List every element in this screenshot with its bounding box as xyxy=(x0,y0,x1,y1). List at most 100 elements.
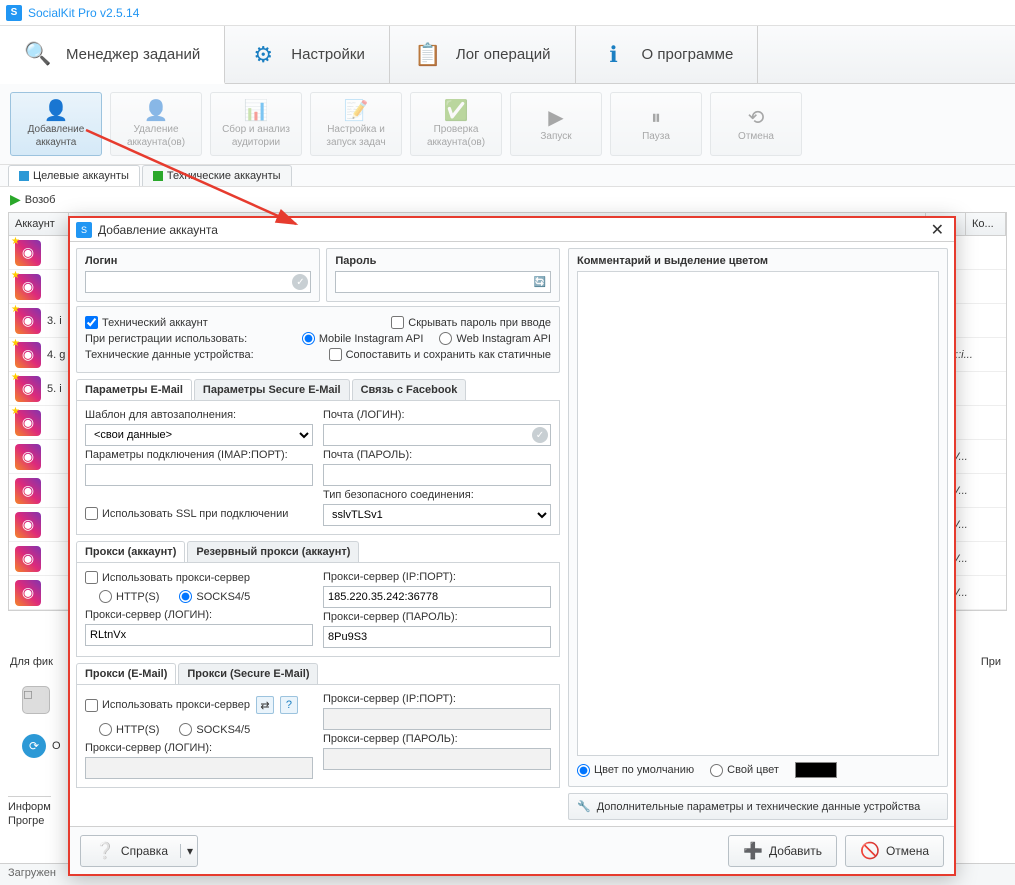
use-proxy-email-checkbox[interactable]: Использовать прокси-сервер xyxy=(85,699,250,712)
instagram-icon: ◉ xyxy=(15,444,41,470)
grid-header-comment[interactable]: Ко... xyxy=(966,213,1006,235)
https-radio[interactable]: HTTP(S) xyxy=(99,590,159,603)
tab-about[interactable]: ℹ О программе xyxy=(576,26,759,83)
tab-email-params[interactable]: Параметры E-Mail xyxy=(76,379,192,400)
help-button[interactable]: ❔ Справка ▾ xyxy=(80,835,198,867)
square-icon xyxy=(19,171,29,181)
proxy-login-input[interactable] xyxy=(85,624,313,646)
bottom-labels: Информ Прогре xyxy=(8,794,51,829)
help-icon: ❔ xyxy=(95,841,115,861)
remove-account-button[interactable]: 👤Удалениеаккаунта(ов) xyxy=(110,92,202,156)
subtab-tech[interactable]: Технические аккаунты xyxy=(142,165,292,186)
account-label: 3. i xyxy=(47,315,62,327)
color-swatch[interactable] xyxy=(795,762,837,778)
pause-button[interactable]: ⏸Пауза xyxy=(610,92,702,156)
proxy-pass-input-2[interactable] xyxy=(323,748,551,770)
password-input[interactable] xyxy=(335,271,551,293)
tab-secure-email[interactable]: Параметры Secure E-Mail xyxy=(194,379,350,400)
custom-color-radio[interactable]: Свой цвет xyxy=(710,764,779,777)
instagram-icon: ◉ xyxy=(15,580,41,606)
proxy-ipport-input[interactable] xyxy=(323,586,551,608)
tab-proxy-reserve[interactable]: Резервный прокси (аккаунт) xyxy=(187,541,359,562)
user-plus-icon: 👤 xyxy=(44,100,69,122)
imap-label: Параметры подключения (IMAP:ПОРТ): xyxy=(85,449,313,461)
titlebar: S SocialKit Pro v2.5.14 xyxy=(0,0,1015,26)
template-select[interactable]: <свои данные> xyxy=(85,424,313,446)
hide-password-checkbox[interactable]: Скрывать пароль при вводе xyxy=(391,316,551,329)
check-circle-icon[interactable]: ✓ xyxy=(532,427,548,443)
mail-login-input[interactable] xyxy=(323,424,551,446)
extra-params-button[interactable]: 🔧 Дополнительные параметры и технические… xyxy=(568,793,948,820)
tasks-icon: 📝 xyxy=(344,100,369,122)
comment-title: Комментарий и выделение цветом xyxy=(577,255,939,267)
instagram-icon: ◉ xyxy=(15,240,41,266)
square-icon xyxy=(153,171,163,181)
sec-type-select[interactable]: sslvTLSv1 xyxy=(323,504,551,526)
tab-proxy-email[interactable]: Прокси (E-Mail) xyxy=(76,663,176,684)
action-row: ▶Возоб xyxy=(0,186,1015,212)
proxy-pass-label-2: Прокси-сервер (ПАРОЛЬ): xyxy=(323,733,551,745)
proxy-login-input-2[interactable] xyxy=(85,757,313,779)
tab-task-manager-label: Менеджер заданий xyxy=(66,46,200,63)
match-save-checkbox[interactable]: Сопоставить и сохранить как статичные xyxy=(329,348,551,361)
refresh-row[interactable]: ⟳O xyxy=(22,734,61,758)
web-api-radio[interactable]: Web Instagram API xyxy=(439,332,551,345)
instagram-icon: ◉ xyxy=(15,308,41,334)
refresh-icon[interactable]: 🔄 xyxy=(532,274,548,290)
main-tabs: 🔍 Менеджер заданий ⚙ Настройки 📋 Лог опе… xyxy=(0,26,1015,84)
tech-data-label: Технические данные устройства: xyxy=(85,349,254,361)
wrench-icon: 🔧 xyxy=(577,800,591,813)
tab-task-manager[interactable]: 🔍 Менеджер заданий xyxy=(0,26,225,84)
grid-header-account[interactable]: Аккаунт xyxy=(9,213,69,235)
progress-label: Прогре xyxy=(8,815,51,827)
apply-label[interactable]: При xyxy=(981,656,1001,668)
check-button[interactable]: ✅Проверкааккаунта(ов) xyxy=(410,92,502,156)
login-label: Логин xyxy=(85,255,311,267)
dialog-icon: S xyxy=(76,222,92,238)
tab-log[interactable]: 📋 Лог операций xyxy=(390,26,576,83)
chevron-down-icon[interactable]: ▾ xyxy=(180,844,193,858)
https-radio-2[interactable]: HTTP(S) xyxy=(99,723,159,736)
template-label: Шаблон для автозаполнения: xyxy=(85,409,313,421)
help-icon[interactable]: ? xyxy=(280,696,298,714)
start-button[interactable]: ▶Запуск xyxy=(510,92,602,156)
socks-radio[interactable]: SOCKS4/5 xyxy=(179,590,250,603)
default-color-radio[interactable]: Цвет по умолчанию xyxy=(577,764,694,777)
proxy-pass-input[interactable] xyxy=(323,626,551,648)
cancel-button[interactable]: ⟲Отмена xyxy=(710,92,802,156)
cancel-dialog-button[interactable]: 🚫 Отмена xyxy=(845,835,944,867)
resume-action[interactable]: ▶Возоб xyxy=(10,191,55,208)
use-ssl-checkbox[interactable]: Использовать SSL при подключении xyxy=(85,507,313,520)
mail-login-label: Почта (ЛОГИН): xyxy=(323,409,551,421)
account-label: 5. i xyxy=(47,383,62,395)
app-icon: S xyxy=(6,5,22,21)
copy-icon[interactable]: ⇄ xyxy=(256,696,274,714)
comment-textarea[interactable] xyxy=(577,271,939,756)
user-minus-icon: 👤 xyxy=(144,100,169,122)
check-icon: ✅ xyxy=(444,100,469,122)
use-proxy-checkbox[interactable]: Использовать прокси-сервер xyxy=(85,571,313,584)
add-button[interactable]: ➕ Добавить xyxy=(728,835,837,867)
tasks-button[interactable]: 📝Настройка изапуск задач xyxy=(310,92,402,156)
dialog-title: Добавление аккаунта xyxy=(98,223,218,237)
instagram-icon: ◉ xyxy=(15,478,41,504)
subtab-target[interactable]: Целевые аккаунты xyxy=(8,165,140,186)
ig-row-icon: ◻ xyxy=(22,686,50,714)
add-account-button[interactable]: 👤 Добавлениеаккаунта xyxy=(10,92,102,156)
tab-settings[interactable]: ⚙ Настройки xyxy=(225,26,390,83)
instagram-icon: ◉ xyxy=(15,376,41,402)
socks-radio-2[interactable]: SOCKS4/5 xyxy=(179,723,250,736)
mail-pass-input[interactable] xyxy=(323,464,551,486)
tab-facebook[interactable]: Связь с Facebook xyxy=(352,379,467,400)
proxy-ipport-input-2[interactable] xyxy=(323,708,551,730)
imap-input[interactable] xyxy=(85,464,313,486)
tab-proxy-account[interactable]: Прокси (аккаунт) xyxy=(76,541,185,562)
tab-proxy-secure-email[interactable]: Прокси (Secure E-Mail) xyxy=(178,663,318,684)
proxy-account-tabs: Прокси (аккаунт) Резервный прокси (аккау… xyxy=(76,541,560,563)
mobile-api-radio[interactable]: Mobile Instagram API xyxy=(302,332,424,345)
login-input[interactable] xyxy=(85,271,311,293)
close-icon[interactable]: ✕ xyxy=(927,220,948,240)
audience-button[interactable]: 📊Сбор и анализаудитории xyxy=(210,92,302,156)
toolbar: 👤 Добавлениеаккаунта 👤Удалениеаккаунта(о… xyxy=(0,84,1015,165)
tech-account-checkbox[interactable]: Технический аккаунт xyxy=(85,316,208,329)
